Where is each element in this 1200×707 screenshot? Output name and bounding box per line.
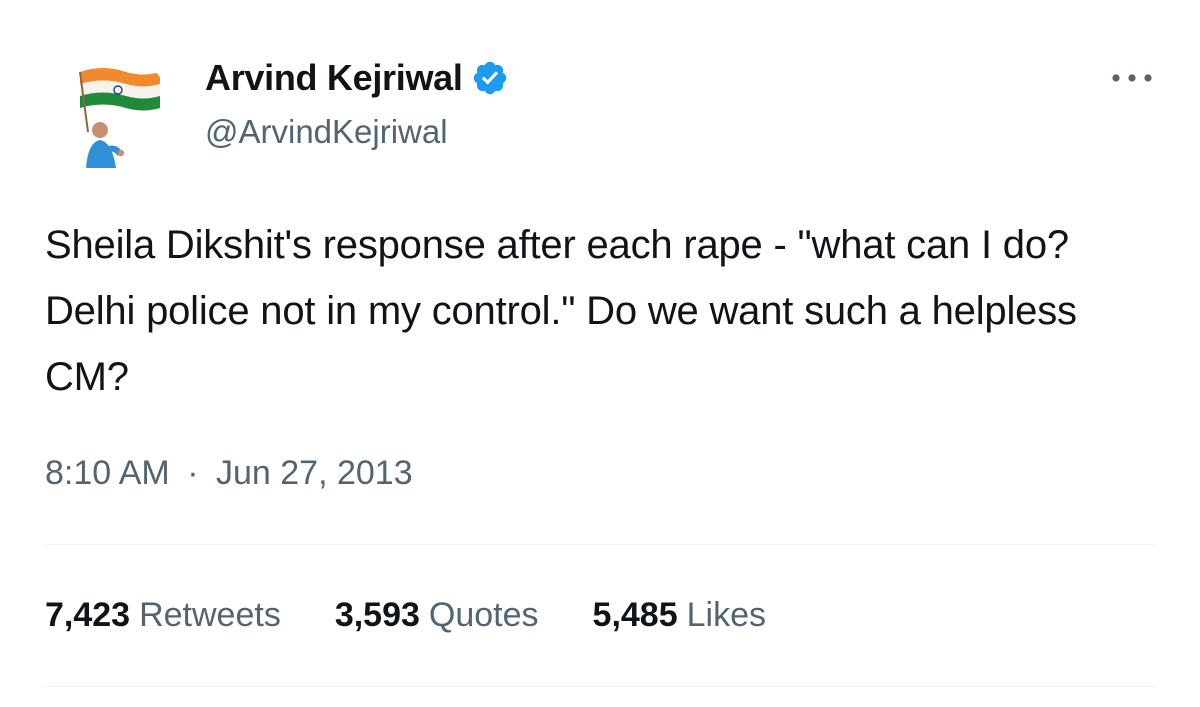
- likes-label: Likes: [686, 596, 767, 634]
- tweet-stats: 7,423 Retweets 3,593 Quotes 5,485 Likes: [45, 590, 820, 640]
- likes-count: 5,485: [592, 596, 678, 634]
- tweet-detail: Arvind Kejriwal @ArvindKejriwal Sheila D…: [0, 0, 1200, 707]
- stat-likes[interactable]: 5,485 Likes: [593, 590, 766, 640]
- more-options-button[interactable]: [1105, 60, 1159, 96]
- tweet-date[interactable]: Jun 27, 2013: [216, 454, 413, 492]
- stat-retweets[interactable]: 7,423 Retweets: [45, 590, 281, 640]
- tweet-timestamp: 8:10 AM · Jun 27, 2013: [45, 448, 413, 498]
- divider: [45, 686, 1155, 687]
- author-handle[interactable]: @ArvindKejriwal: [205, 110, 448, 154]
- retweets-label: Retweets: [139, 596, 281, 634]
- divider: [45, 544, 1155, 545]
- author-display-name[interactable]: Arvind Kejriwal: [205, 56, 463, 100]
- quotes-count: 3,593: [334, 596, 420, 634]
- quotes-label: Quotes: [428, 596, 539, 634]
- avatar-image: [79, 68, 160, 168]
- verified-badge-icon: [473, 61, 506, 95]
- tweet-time[interactable]: 8:10 AM: [45, 454, 170, 492]
- more-horizontal-icon: [1112, 74, 1152, 82]
- tweet-text: Sheila Dikshit's response after each rap…: [45, 223, 1077, 399]
- timestamp-separator: ·: [187, 454, 199, 492]
- author-name-row[interactable]: Arvind Kejriwal: [205, 56, 509, 100]
- stat-quotes[interactable]: 3,593 Quotes: [335, 590, 539, 640]
- retweets-count: 7,423: [45, 596, 131, 634]
- avatar[interactable]: [48, 50, 170, 172]
